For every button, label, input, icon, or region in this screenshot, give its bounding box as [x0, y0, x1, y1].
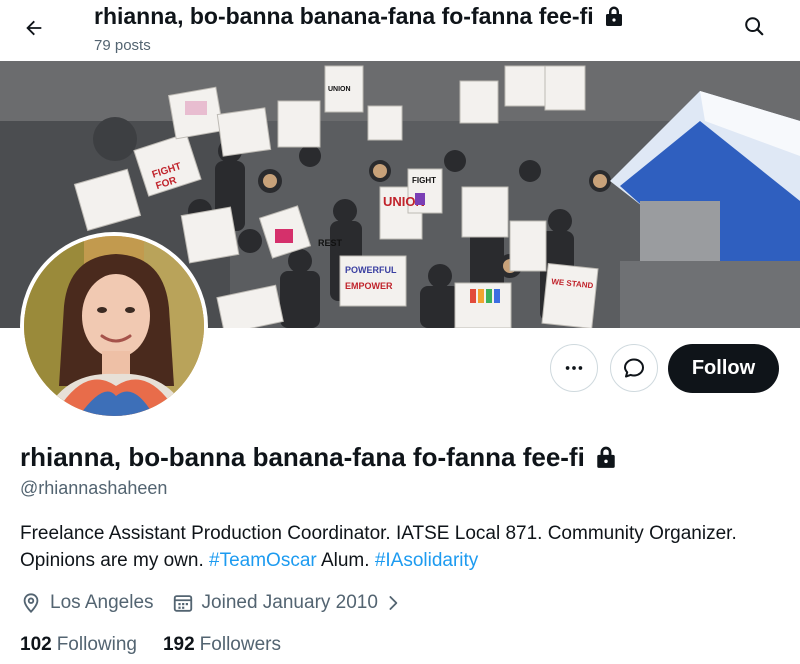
message-icon — [624, 358, 644, 378]
followers-link[interactable]: 192 Followers — [163, 634, 281, 656]
follow-counts: 102 Following 192 Followers — [20, 631, 281, 659]
location: Los Angeles — [20, 592, 154, 614]
avatar[interactable] — [20, 232, 208, 420]
svg-text:REST: REST — [318, 238, 343, 248]
search-button[interactable] — [734, 6, 774, 46]
hashtag-link[interactable]: #TeamOscar — [209, 550, 317, 571]
back-button[interactable] — [14, 8, 54, 48]
svg-text:UNION: UNION — [328, 86, 351, 93]
joined-text: Joined January 2010 — [201, 592, 378, 613]
search-icon — [745, 17, 764, 36]
followers-label: Followers — [199, 634, 281, 655]
display-name: rhianna, bo-banna banana-fana fo-fanna f… — [20, 441, 585, 472]
profile-meta: Los Angeles Joined January 2010 — [20, 589, 410, 617]
follow-button[interactable]: Follow — [668, 344, 779, 393]
location-icon — [23, 593, 39, 614]
svg-text:EMPOWER: EMPOWER — [345, 281, 393, 291]
bio: Freelance Assistant Production Coordinat… — [20, 520, 760, 574]
svg-text:POWERFUL: POWERFUL — [345, 265, 397, 275]
lock-icon — [605, 6, 622, 27]
message-button[interactable] — [610, 344, 658, 392]
top-bar: rhianna, bo-banna banana-fana fo-fanna f… — [0, 0, 800, 61]
user-handle: @rhiannashaheen — [20, 478, 168, 498]
location-text: Los Angeles — [50, 592, 154, 613]
following-link[interactable]: 102 Following — [20, 634, 137, 656]
header-title: rhianna, bo-banna banana-fana fo-fanna f… — [94, 2, 594, 29]
header-title-row: rhianna, bo-banna banana-fana fo-fanna f… — [94, 2, 704, 30]
svg-text:FIGHT: FIGHT — [412, 176, 436, 185]
lock-icon — [597, 446, 615, 468]
post-count: 79 posts — [94, 37, 151, 54]
bio-text: Alum. — [316, 550, 375, 571]
hashtag-link[interactable]: #IAsolidarity — [375, 550, 479, 571]
joined-date[interactable]: Joined January 2010 — [172, 592, 410, 614]
chevron-right-icon — [389, 596, 398, 610]
following-count: 102 — [20, 634, 52, 655]
calendar-icon — [173, 595, 192, 612]
back-arrow-icon — [26, 20, 42, 36]
following-label: Following — [56, 634, 137, 655]
more-icon — [565, 366, 583, 370]
profile-name-row: rhianna, bo-banna banana-fana fo-fanna f… — [20, 440, 617, 474]
more-options-button[interactable] — [550, 344, 598, 392]
followers-count: 192 — [162, 634, 195, 655]
